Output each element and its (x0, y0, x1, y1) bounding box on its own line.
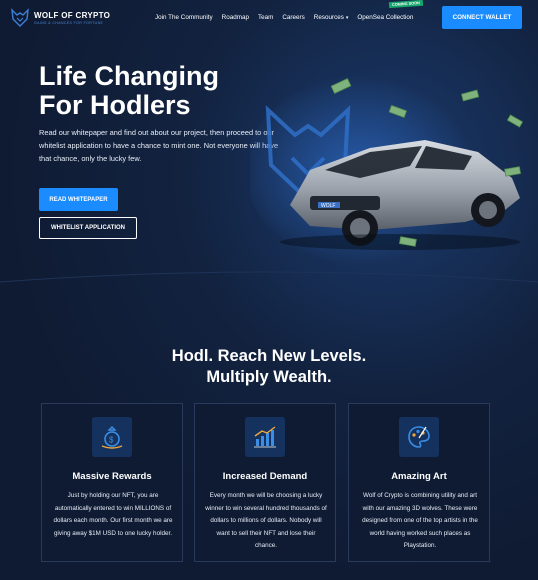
card-text: Just by holding our NFT, you are automat… (53, 492, 173, 537)
art-palette-icon (399, 417, 439, 457)
whitelist-application-button[interactable]: WHITELIST APPLICATION (39, 217, 137, 239)
section-title-line1: Hodl. Reach New Levels. (171, 347, 367, 365)
hero-title: Life Changing For Hodlers (39, 62, 279, 120)
card-title: Increased Demand (222, 471, 308, 482)
section-title-line2: Multiply Wealth. (206, 368, 332, 386)
hero-title-line1: Life Changing (39, 61, 219, 91)
hero-divider-curve (0, 271, 538, 283)
nav-roadmap[interactable]: Roadmap (222, 14, 249, 21)
nav-resources-dropdown[interactable]: Resources ▾ (314, 14, 349, 21)
card-title: Massive Rewards (72, 471, 152, 482)
nav-team[interactable]: Team (258, 14, 273, 21)
read-whitepaper-button[interactable]: READ WHITEPAPER (39, 188, 118, 211)
brand-logo[interactable]: WOLF OF CRYPTO GAINS & CHANCES FOR FORTU… (10, 8, 110, 28)
card-text: Wolf of Crypto is combining utility and … (362, 492, 478, 549)
feature-card-massive-rewards: $ Massive Rewards Just by holding our NF… (41, 403, 183, 562)
nav-resources-label: Resources (313, 14, 344, 21)
nav-opensea-collection[interactable]: OpenSea Collection (357, 14, 413, 21)
card-text: Every month we will be choosing a lucky … (205, 492, 327, 549)
connect-wallet-button[interactable]: CONNECT WALLET (442, 6, 522, 29)
feature-card-increased-demand: Increased Demand Every month we will be … (194, 403, 336, 562)
section-title: Hodl. Reach New Levels. Multiply Wealth. (0, 346, 538, 388)
nav-join-community[interactable]: Join The Community (155, 14, 213, 21)
hero-car-illustration: WOLF (250, 75, 524, 265)
nav-links: Join The Community Roadmap Team Careers … (155, 14, 422, 21)
brand-name: WOLF OF CRYPTO (34, 10, 111, 20)
chevron-down-icon: ▾ (345, 15, 349, 21)
navbar: WOLF OF CRYPTO GAINS & CHANCES FOR FORTU… (0, 0, 538, 38)
feature-card-amazing-art: Amazing Art Wolf of Crypto is combining … (348, 403, 490, 562)
brand-tagline: GAINS & CHANCES FOR FORTUNE (34, 20, 104, 25)
svg-text:$: $ (109, 436, 114, 445)
hero-description: Read our whitepaper and find out about o… (39, 128, 279, 163)
svg-text:WOLF: WOLF (321, 203, 335, 209)
card-title: Amazing Art (391, 471, 447, 482)
wolf-logo-icon (11, 8, 29, 27)
coming-soon-badge: COMING SOON (388, 0, 424, 9)
growth-chart-icon (245, 417, 285, 457)
nav-careers[interactable]: Careers (282, 14, 304, 21)
hero-title-line2: For Hodlers (39, 90, 191, 120)
page: WOLF OF CRYPTO GAINS & CHANCES FOR FORTU… (0, 0, 538, 580)
money-bag-icon: $ (92, 417, 132, 457)
